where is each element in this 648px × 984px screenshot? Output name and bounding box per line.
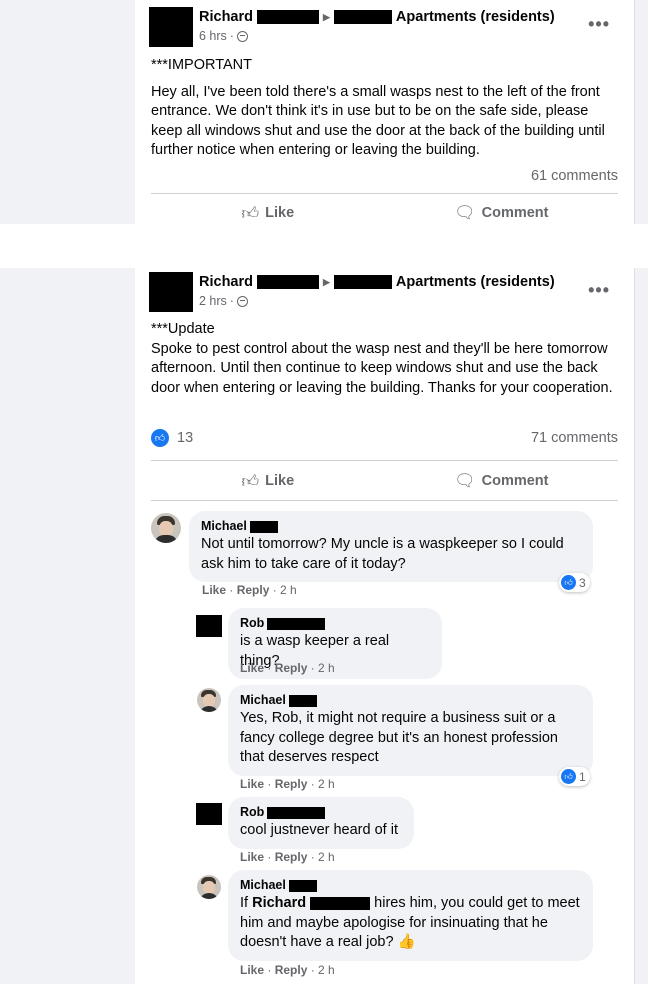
more-options-icon[interactable]: ••• xyxy=(588,14,610,35)
comment-bubble: Michael Not until tomorrow? My uncle is … xyxy=(189,511,593,582)
author-name[interactable]: Richard xyxy=(199,9,253,25)
comment-author[interactable]: Michael xyxy=(240,877,286,894)
comment-time[interactable]: 2 h xyxy=(280,583,297,597)
comment-bubble: Rob cool justnever heard of it xyxy=(228,797,414,849)
comment-text: cool justnever heard of it xyxy=(240,822,398,838)
comment-bubble: Michael If Richard hires him, you could … xyxy=(228,870,593,961)
comment-like-link[interactable]: Like xyxy=(240,963,264,977)
comment-reply-link[interactable]: Reply xyxy=(237,583,270,597)
redaction-bar xyxy=(257,275,319,289)
thumbs-up-emoji: 👍 xyxy=(397,934,416,950)
comment-reply-link[interactable]: Reply xyxy=(275,777,308,791)
comment-text: Yes, Rob, it might not require a busines… xyxy=(240,710,558,765)
triangle-arrow-icon: ▶ xyxy=(323,276,330,287)
comment-text: If Richard hires him, you could get to m… xyxy=(240,895,580,950)
michael-avatar[interactable] xyxy=(151,513,181,543)
comment-author[interactable]: Michael xyxy=(240,692,286,709)
redaction-bar xyxy=(333,10,392,24)
comment-reactions[interactable]: 👍︎ 1 xyxy=(559,767,590,786)
post-header: Richard ▶ Apartments (residents) 2 hrs · xyxy=(149,272,555,312)
comment-actions: Like · Reply · 2 h xyxy=(240,850,335,864)
comment-reply-link[interactable]: Reply xyxy=(275,661,308,675)
post-paragraph: Hey all, I've been told there's a small … xyxy=(151,83,605,159)
comment-actions: Like · Reply · 2 h xyxy=(240,661,335,675)
reaction-count: 13 xyxy=(177,430,194,446)
comment-actions: Like · Reply · 2 h xyxy=(240,777,335,791)
redaction-bar xyxy=(288,694,317,707)
post-card-2: Richard ▶ Apartments (residents) 2 hrs ·… xyxy=(135,268,635,984)
redaction-bar xyxy=(249,520,278,533)
redaction-bar xyxy=(267,806,326,819)
comment-reply-link[interactable]: Reply xyxy=(275,963,308,977)
divider xyxy=(151,460,618,461)
like-button[interactable]: 👍︎ Like xyxy=(151,464,385,498)
comment-button[interactable]: 🗨︎ Comment xyxy=(385,464,619,498)
feed-gap xyxy=(0,224,648,268)
redaction-bar xyxy=(267,617,326,630)
post-body: ***IMPORTANT Hey all, I've been told the… xyxy=(151,56,621,161)
comment-actions: Like · Reply · 2 h xyxy=(240,963,335,977)
comment-bubble: Michael Yes, Rob, it might not require a… xyxy=(228,685,593,776)
mention-link[interactable]: Richard xyxy=(252,895,306,911)
comment-reply-link[interactable]: Reply xyxy=(275,850,308,864)
group-name[interactable]: Apartments (residents) xyxy=(396,9,555,25)
comment-like-link[interactable]: Like xyxy=(202,583,226,597)
rob-avatar-redacted[interactable] xyxy=(196,615,222,637)
rob-avatar-redacted[interactable] xyxy=(196,803,222,825)
group-name[interactable]: Apartments (residents) xyxy=(396,274,555,290)
comment-like-link[interactable]: Like xyxy=(240,850,264,864)
comment-time[interactable]: 2 h xyxy=(318,777,335,791)
comment-author[interactable]: Rob xyxy=(240,615,264,632)
thumbs-up-icon: 👍︎ xyxy=(241,203,260,223)
like-reaction-icon: 👍︎ xyxy=(151,429,169,447)
redaction-bar xyxy=(310,896,371,910)
divider xyxy=(151,193,618,194)
michael-avatar[interactable] xyxy=(197,688,221,712)
comment-reactions[interactable]: 👍︎ 3 xyxy=(559,573,590,592)
comment-like-link[interactable]: Like xyxy=(240,661,264,675)
redaction-bar xyxy=(333,275,392,289)
post-time[interactable]: 2 hrs xyxy=(199,294,227,308)
post-stats: 61 comments xyxy=(151,168,618,184)
comments-count[interactable]: 71 comments xyxy=(531,430,618,446)
post-header: Richard ▶ Apartments (residents) 6 hrs · xyxy=(149,7,555,47)
comment-author[interactable]: Rob xyxy=(240,804,264,821)
reaction-summary[interactable]: 👍︎ 13 xyxy=(151,429,193,447)
post-actions: 👍︎ Like 🗨︎ Comment xyxy=(151,464,618,498)
redaction-bar xyxy=(288,879,317,892)
comment-like-link[interactable]: Like xyxy=(240,777,264,791)
michael-avatar[interactable] xyxy=(197,875,221,899)
comment-time[interactable]: 2 h xyxy=(318,963,335,977)
thumbs-up-icon: 👍︎ xyxy=(241,471,260,491)
author-avatar-redacted[interactable] xyxy=(149,272,193,312)
triangle-arrow-icon: ▶ xyxy=(323,11,330,22)
post-heading: ***Update xyxy=(151,321,215,337)
post-time[interactable]: 6 hrs xyxy=(199,29,227,43)
comment-time[interactable]: 2 h xyxy=(318,850,335,864)
globe-icon xyxy=(236,295,248,307)
comments-count[interactable]: 61 comments xyxy=(531,168,618,184)
like-reaction-icon: 👍︎ xyxy=(561,575,576,590)
post-body: ***Update Spoke to pest control about th… xyxy=(151,320,621,398)
comment-author[interactable]: Michael xyxy=(201,518,247,535)
post-card-1: Richard ▶ Apartments (residents) 6 hrs ·… xyxy=(135,0,635,224)
post-paragraph: Spoke to pest control about the wasp nes… xyxy=(151,340,613,396)
comment-text: Not until tomorrow? My uncle is a waspke… xyxy=(201,536,564,572)
post-heading: ***IMPORTANT xyxy=(151,57,252,73)
globe-icon xyxy=(236,30,248,42)
like-reaction-icon: 👍︎ xyxy=(561,769,576,784)
speech-bubble-icon: 🗨︎ xyxy=(454,471,476,490)
author-avatar-redacted[interactable] xyxy=(149,7,193,47)
divider xyxy=(151,500,618,501)
comment-actions: Like · Reply · 2 h xyxy=(202,583,297,597)
redaction-bar xyxy=(257,10,319,24)
speech-bubble-icon: 🗨︎ xyxy=(454,203,476,222)
author-name[interactable]: Richard xyxy=(199,274,253,290)
comment-time[interactable]: 2 h xyxy=(318,661,335,675)
more-options-icon[interactable]: ••• xyxy=(588,280,610,301)
post-stats: 👍︎ 13 71 comments xyxy=(151,429,618,447)
